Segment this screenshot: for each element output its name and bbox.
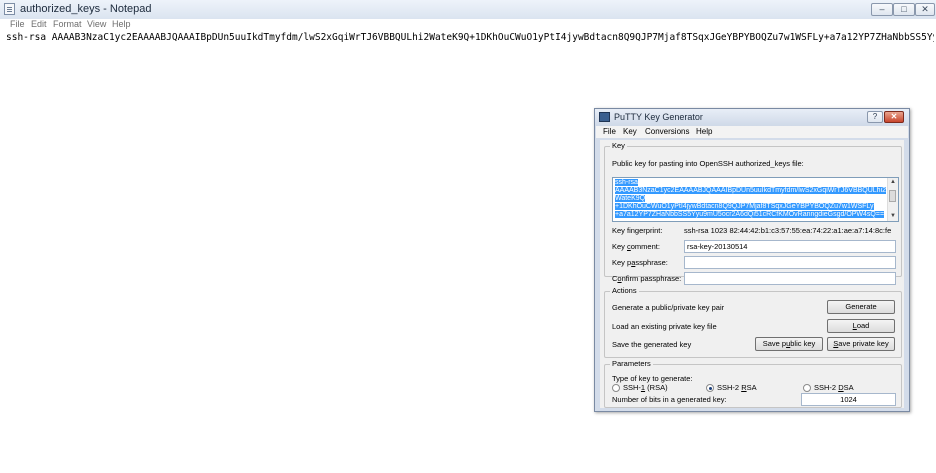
public-key-scrollbar[interactable]: ▲ ▼ bbox=[887, 178, 898, 221]
menu-format[interactable]: Format bbox=[53, 19, 82, 29]
public-key-line: +1DKhOuCWuO1yPtI4jywBdtacn8Q9QJP7Mjaf8TS… bbox=[615, 203, 874, 210]
notepad-icon bbox=[4, 3, 15, 15]
notepad-text-area[interactable]: ssh-rsa AAAAB3NzaC1yc2EAAAABJQAAAIBpDUn5… bbox=[6, 32, 934, 46]
menu-edit[interactable]: Edit bbox=[31, 19, 47, 29]
minimize-button[interactable]: – bbox=[871, 3, 893, 16]
bits-field[interactable]: 1024 bbox=[801, 393, 896, 406]
putty-titlebar: PuTTY Key Generator ? ✕ bbox=[595, 109, 909, 126]
help-button[interactable]: ? bbox=[867, 111, 883, 123]
menu-file[interactable]: File bbox=[10, 19, 25, 29]
passphrase-label: Key passphrase: bbox=[612, 258, 668, 267]
close-button[interactable]: ✕ bbox=[915, 3, 935, 16]
public-key-line: ssh-rsa bbox=[615, 179, 638, 186]
key-comment-field[interactable]: rsa-key-20130514 bbox=[684, 240, 896, 253]
actions-group-title: Actions bbox=[610, 286, 639, 295]
public-key-line: AAAAB3NzaC1yc2EAAAABJQAAAIBpDUn5uuIkdTmy… bbox=[615, 187, 887, 194]
putty-close-button[interactable]: ✕ bbox=[884, 111, 904, 123]
confirm-label: Confirm passphrase: bbox=[612, 274, 682, 283]
public-key-line: +a7a12YP7ZHaNbbSS5Yyu9mU5ocr2A6dQi51cRCf… bbox=[615, 211, 885, 218]
notepad-titlebar: authorized_keys - Notepad – □ ✕ bbox=[0, 0, 936, 20]
load-label: Load an existing private key file bbox=[612, 322, 717, 331]
putty-body: Key Public key for pasting into OpenSSH … bbox=[600, 140, 904, 408]
putty-menu-key[interactable]: Key bbox=[623, 127, 637, 136]
confirm-passphrase-field[interactable] bbox=[684, 272, 896, 285]
notepad-title: authorized_keys - Notepad bbox=[20, 3, 152, 15]
radio-ssh2-rsa[interactable] bbox=[706, 384, 714, 392]
radio-ssh2-rsa-label[interactable]: SSH-2 RSA bbox=[717, 383, 757, 392]
parameters-group-title: Parameters bbox=[610, 359, 653, 368]
generate-button[interactable]: Generate bbox=[827, 300, 895, 314]
generate-label: Generate a public/private key pair bbox=[612, 303, 725, 312]
key-type-label: Type of key to generate: bbox=[612, 374, 693, 383]
key-group-title: Key bbox=[610, 141, 627, 150]
scroll-down-arrow-icon[interactable]: ▼ bbox=[889, 212, 897, 220]
putty-icon bbox=[599, 112, 610, 122]
putty-menu-conversions[interactable]: Conversions bbox=[645, 127, 689, 136]
parameters-group: Parameters Type of key to generate: SSH-… bbox=[604, 359, 902, 408]
radio-ssh1-rsa-label[interactable]: SSH-1 (RSA) bbox=[623, 383, 668, 392]
key-passphrase-field[interactable] bbox=[684, 256, 896, 269]
key-group: Key Public key for pasting into OpenSSH … bbox=[604, 141, 902, 285]
putty-title: PuTTY Key Generator bbox=[614, 112, 703, 122]
putty-keygen-window: PuTTY Key Generator ? ✕ File Key Convers… bbox=[594, 108, 910, 412]
load-button[interactable]: Load bbox=[827, 319, 895, 333]
actions-group: Actions Generate a public/private key pa… bbox=[604, 286, 902, 358]
radio-ssh1-rsa[interactable] bbox=[612, 384, 620, 392]
menu-view[interactable]: View bbox=[87, 19, 106, 29]
scroll-thumb[interactable] bbox=[889, 190, 896, 202]
save-private-key-button[interactable]: Save private key bbox=[827, 337, 895, 351]
comment-label: Key comment: bbox=[612, 242, 660, 251]
fingerprint-label: Key fingerprint: bbox=[612, 226, 663, 235]
save-label: Save the generated key bbox=[612, 340, 692, 349]
notepad-menubar: File Edit Format View Help bbox=[0, 19, 936, 31]
bits-label: Number of bits in a generated key: bbox=[612, 395, 727, 404]
public-key-line: WateK9Q bbox=[615, 195, 646, 202]
radio-ssh2-dsa[interactable] bbox=[803, 384, 811, 392]
putty-menu-file[interactable]: File bbox=[603, 127, 616, 136]
save-public-key-button[interactable]: Save public key bbox=[755, 337, 823, 351]
public-key-label: Public key for pasting into OpenSSH auth… bbox=[612, 159, 804, 168]
putty-menu-help[interactable]: Help bbox=[696, 127, 712, 136]
fingerprint-value: ssh-rsa 1023 82:44:42:b1:c3:57:55:ea:74:… bbox=[684, 226, 892, 235]
radio-ssh2-dsa-label[interactable]: SSH-2 DSA bbox=[814, 383, 854, 392]
public-key-text: ssh-rsa AAAAB3NzaC1yc2EAAAABJQAAAIBpDUn5… bbox=[615, 179, 887, 219]
menu-help[interactable]: Help bbox=[112, 19, 131, 29]
scroll-up-arrow-icon[interactable]: ▲ bbox=[889, 178, 897, 186]
putty-menubar: File Key Conversions Help bbox=[596, 126, 908, 138]
public-key-textbox[interactable]: ssh-rsa AAAAB3NzaC1yc2EAAAABJQAAAIBpDUn5… bbox=[612, 177, 899, 222]
maximize-button[interactable]: □ bbox=[893, 3, 915, 16]
